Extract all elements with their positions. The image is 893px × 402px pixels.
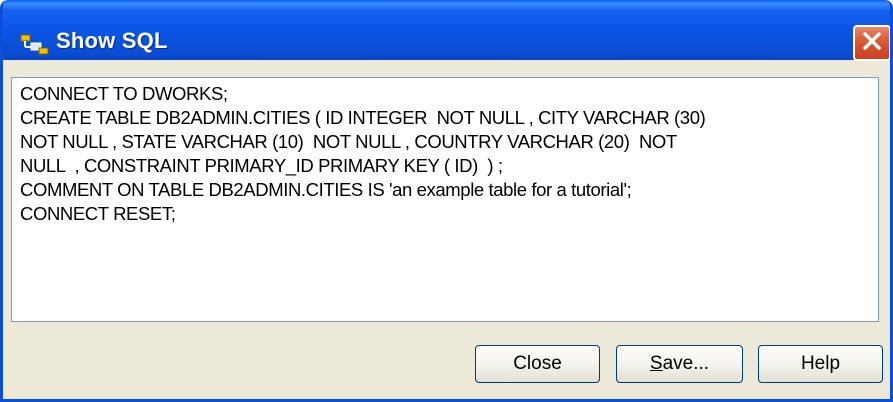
sql-line: CONNECT RESET;: [20, 203, 176, 224]
sql-line: NULL , CONSTRAINT PRIMARY_ID PRIMARY KEY…: [20, 155, 503, 176]
window-title: Show SQL: [56, 28, 168, 53]
window-close-button[interactable]: [853, 25, 890, 61]
help-button[interactable]: Help: [758, 345, 883, 383]
sql-line: CREATE TABLE DB2ADMIN.CITIES ( ID INTEGE…: [20, 107, 706, 128]
title-bar[interactable]: Show SQL: [3, 0, 890, 61]
save-button[interactable]: Save...: [616, 345, 743, 383]
sql-text-area[interactable]: CONNECT TO DWORKS; CREATE TABLE DB2ADMIN…: [11, 77, 879, 322]
close-button-label: Close: [513, 353, 562, 374]
sql-line: COMMENT ON TABLE DB2ADMIN.CITIES IS 'an …: [20, 179, 632, 200]
help-button-label: Help: [800, 353, 841, 374]
close-icon: [862, 31, 882, 56]
database-table-icon: [20, 34, 50, 56]
close-button[interactable]: Close: [475, 345, 600, 383]
sql-line: NOT NULL , STATE VARCHAR (10) NOT NULL ,…: [20, 131, 677, 152]
save-button-label: ave...: [662, 353, 710, 374]
sql-line: CONNECT TO DWORKS;: [20, 83, 228, 104]
show-sql-dialog: Show SQL CONNECT TO DWORKS; CREATE TABLE…: [0, 0, 893, 402]
save-button-mnemonic: S: [649, 353, 663, 374]
